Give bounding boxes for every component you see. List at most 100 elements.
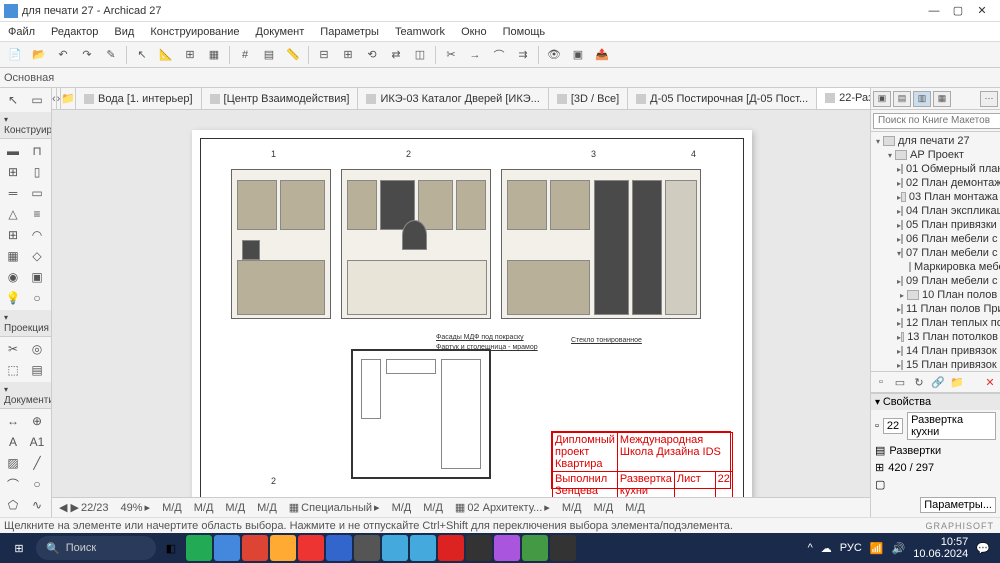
detail-tool[interactable]: ◎ — [26, 339, 48, 359]
app-icon-3[interactable] — [242, 535, 268, 561]
stair-tool[interactable]: ≡ — [26, 204, 48, 224]
menu-options[interactable]: Параметры — [316, 24, 383, 40]
app-icon-2[interactable] — [214, 535, 240, 561]
tree-item[interactable]: ▸11 План полов Приложение 1. — [871, 302, 1000, 316]
new-master-icon[interactable]: ▭ — [892, 374, 908, 390]
tab-0[interactable]: Вода [1. интерьер] — [76, 88, 201, 109]
md-2[interactable]: М/Д — [191, 502, 217, 514]
props-header[interactable]: ▾ Свойства — [871, 394, 1000, 410]
md-6[interactable]: М/Д — [420, 502, 446, 514]
tray-volume-icon[interactable]: 🔊 — [892, 542, 906, 555]
tab-5[interactable]: 22-Развертка кухни× — [817, 88, 870, 109]
nav-tab-view[interactable]: ▤ — [893, 91, 911, 107]
section-projection[interactable]: Проекция — [0, 310, 51, 337]
md-4[interactable]: М/Д — [254, 502, 280, 514]
tree-item[interactable]: ▸15 План привязок осветительно — [871, 358, 1000, 371]
menu-document[interactable]: Документ — [252, 24, 309, 40]
md-5[interactable]: М/Д — [389, 502, 415, 514]
app-icon-6[interactable] — [326, 535, 352, 561]
section-document[interactable]: Документир — [0, 382, 51, 409]
tray-notif-icon[interactable]: 💬 — [976, 542, 990, 555]
section-icon[interactable]: ▣ — [567, 44, 589, 66]
nav-tab-layout[interactable]: ▥ — [913, 91, 931, 107]
measure-icon[interactable]: 📐 — [155, 44, 177, 66]
menu-window[interactable]: Окно — [457, 24, 491, 40]
lamp-tool[interactable]: 💡 — [2, 288, 24, 308]
circle-tool[interactable]: ○ — [26, 474, 48, 494]
mirror-icon[interactable]: ⇄ — [385, 44, 407, 66]
app-icon-9[interactable] — [410, 535, 436, 561]
view-icon[interactable]: 👁 — [543, 44, 565, 66]
spline-tool[interactable]: ∿ — [26, 495, 48, 515]
tab-1[interactable]: [Центр Взаимодействия] — [202, 88, 359, 109]
window-tool[interactable]: ⊞ — [2, 162, 24, 182]
maximize-button[interactable]: ▢ — [952, 5, 964, 17]
tree-item[interactable]: Маркировка мебели (1/2) — [871, 260, 1000, 274]
publish-icon[interactable]: 📤 — [591, 44, 613, 66]
section-tool[interactable]: ✂ — [2, 339, 24, 359]
extend-icon[interactable]: → — [464, 44, 486, 66]
page-nav[interactable]: ◀ ▶ 22/23 — [56, 501, 112, 514]
pen-set[interactable]: ▦ Специальный ▸ — [286, 501, 383, 514]
md-7[interactable]: М/Д — [559, 502, 585, 514]
tray-cloud-icon[interactable]: ☁ — [821, 542, 832, 555]
zone-tool[interactable]: ▣ — [26, 267, 48, 287]
app-icon-4[interactable] — [270, 535, 296, 561]
app-icon-5[interactable] — [298, 535, 324, 561]
slab-tool[interactable]: ▭ — [26, 183, 48, 203]
nav-tab-project[interactable]: ▣ — [873, 91, 891, 107]
morph-tool[interactable]: ◇ — [26, 246, 48, 266]
app-icon-10[interactable] — [438, 535, 464, 561]
column-tool[interactable]: ▯ — [26, 162, 48, 182]
app-icon-8[interactable] — [382, 535, 408, 561]
tree-item[interactable]: ▸01 Обмерный план — [871, 162, 1000, 176]
menu-help[interactable]: Помощь — [499, 24, 550, 40]
tree-item[interactable]: ▸05 План привязки мебели — [871, 218, 1000, 232]
app-icon-1[interactable] — [186, 535, 212, 561]
arrow-icon[interactable]: ↖ — [131, 44, 153, 66]
align-icon[interactable]: ⊟ — [313, 44, 335, 66]
start-button[interactable]: ⊞ — [4, 535, 34, 561]
task-view-icon[interactable]: ◧ — [158, 535, 184, 561]
arrow-tool[interactable]: ↖ — [2, 90, 24, 110]
curtain-tool[interactable]: ▦ — [2, 246, 24, 266]
folder-icon[interactable]: 📁 — [949, 374, 965, 390]
fill-tool[interactable]: ▨ — [2, 453, 24, 473]
minimize-button[interactable]: — — [928, 5, 940, 17]
shell-tool[interactable]: ◠ — [26, 225, 48, 245]
pick-icon[interactable]: ✎ — [100, 44, 122, 66]
tray-wifi-icon[interactable]: 📶 — [870, 542, 884, 555]
grid2-icon[interactable]: # — [234, 44, 256, 66]
tree-item[interactable]: ▾АР Проект — [871, 148, 1000, 162]
search-input[interactable] — [873, 113, 1000, 129]
delete-icon[interactable]: ✕ — [982, 374, 998, 390]
tree-item[interactable]: ▸12 План теплых полов — [871, 316, 1000, 330]
mesh-tool[interactable]: ⊞ — [2, 225, 24, 245]
undo-icon[interactable]: ↶ — [52, 44, 74, 66]
tray-chevron-icon[interactable]: ^ — [808, 542, 813, 554]
taskbar-search[interactable]: 🔍 Поиск — [36, 536, 156, 560]
rotate-icon[interactable]: ⟲ — [361, 44, 383, 66]
3d-icon[interactable]: ◫ — [409, 44, 431, 66]
expand-icon[interactable]: ▸ — [897, 291, 907, 300]
tab-2[interactable]: ИКЭ-03 Каталог Дверей [ИКЭ... — [358, 88, 548, 109]
tab-3[interactable]: [3D / Все] — [549, 88, 628, 109]
tree-item[interactable]: ▸04 План экспликации помещени — [871, 204, 1000, 218]
app-icon-14[interactable] — [550, 535, 576, 561]
drawing-canvas[interactable]: 1 2 2 3 4 — [52, 110, 870, 497]
nav-tab-publish[interactable]: ▦ — [933, 91, 951, 107]
ruler-icon[interactable]: 📏 — [282, 44, 304, 66]
close-button[interactable]: ✕ — [976, 5, 988, 17]
offset-icon[interactable]: ⇉ — [512, 44, 534, 66]
fillet-icon[interactable]: ⌒ — [488, 44, 510, 66]
layers-icon[interactable]: ▤ — [258, 44, 280, 66]
menu-view[interactable]: Вид — [110, 24, 138, 40]
level-tool[interactable]: ⊕ — [26, 411, 48, 431]
marquee-tool[interactable]: ▭ — [26, 90, 48, 110]
tree-item[interactable]: ▸14 План привязок осветительно — [871, 344, 1000, 358]
nav-settings-icon[interactable]: ⋯ — [980, 91, 998, 107]
tab-home[interactable]: 📁 — [61, 88, 76, 109]
tree-item[interactable]: ▸03 План монтажа — [871, 190, 1000, 204]
arc-tool[interactable]: ⌒ — [2, 474, 24, 494]
app-icon-13[interactable] — [522, 535, 548, 561]
